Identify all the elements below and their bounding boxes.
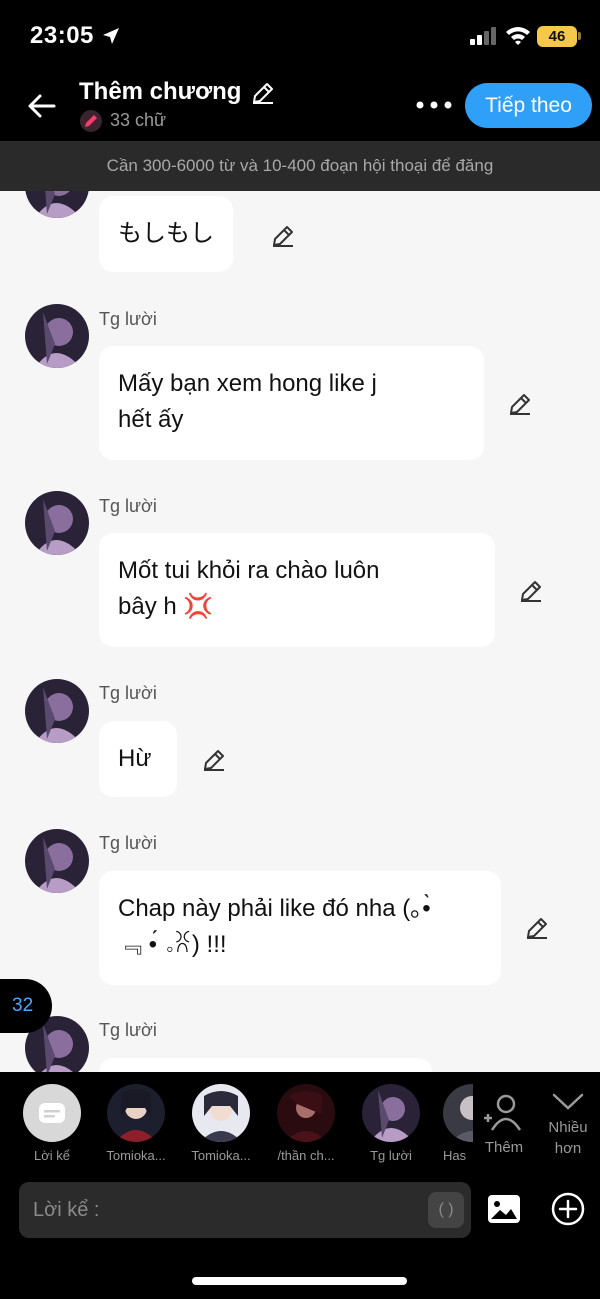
character-label: Lời kể [34, 1148, 70, 1163]
character-label: Tomioka... [191, 1148, 251, 1163]
message-input-box[interactable]: ( ) [19, 1182, 471, 1238]
cell-signal-icon [470, 27, 496, 45]
next-button[interactable]: Tiếp theo [465, 83, 592, 128]
sender-name: Tg lười [99, 309, 157, 329]
avatar[interactable] [25, 191, 89, 218]
edit-message-icon[interactable] [507, 391, 533, 417]
chevron-down-icon [552, 1093, 584, 1110]
top-bar: 23:05 46 Thêm chương 33 chữ Tiếp theo [0, 0, 600, 141]
message-text: hết ấy [118, 406, 184, 433]
message-bubble[interactable]: Chap này phải like đó nha (｡•̀ ﹃ •́ ｡ꐦ) … [99, 871, 501, 985]
edit-message-icon[interactable] [524, 915, 550, 941]
message-text: Mốt tui khỏi ra chào luôn [118, 557, 380, 584]
message-text: Hừ [118, 745, 152, 772]
character-item[interactable]: Has [443, 1084, 473, 1164]
more-options-icon[interactable] [414, 99, 454, 111]
character-item[interactable]: /thần ch... [273, 1084, 339, 1164]
message-text: もしもし [118, 220, 214, 247]
sender-name: Tg lười [99, 833, 157, 853]
location-arrow-icon [103, 28, 119, 44]
edit-message-icon[interactable] [518, 578, 544, 604]
add-circle-icon[interactable] [550, 1191, 586, 1227]
avatar[interactable] [25, 829, 89, 893]
avatar [192, 1084, 250, 1142]
chat-area[interactable]: もしもし Tg lười Mấy bạn xem hong like j hết… [0, 191, 600, 1072]
character-item[interactable]: Tomioka... [103, 1084, 169, 1164]
word-count: 33 chữ [110, 110, 167, 130]
wifi-icon [506, 27, 530, 45]
sender-name: Tg lười [99, 1020, 157, 1040]
parenthesis-button[interactable]: ( ) [428, 1192, 464, 1228]
character-label: Has [443, 1148, 467, 1163]
avatar [362, 1084, 420, 1142]
message-bubble[interactable]: もしもし [99, 196, 233, 272]
character-item[interactable]: Tg lười [358, 1084, 424, 1164]
message-text: Chap này phải like đó nha (｡•̀ [118, 895, 431, 922]
avatar [107, 1084, 165, 1142]
edit-message-icon[interactable] [270, 223, 296, 249]
chapter-title: Thêm chương [79, 78, 242, 105]
avatar [443, 1084, 473, 1142]
character-label: Tg lười [370, 1148, 412, 1163]
message-text: Mấy bạn xem hong like j [118, 370, 377, 397]
home-indicator [192, 1277, 407, 1285]
add-person-icon [484, 1094, 522, 1131]
character-item[interactable]: Tomioka... [188, 1084, 254, 1164]
character-label: Tomioka... [106, 1148, 166, 1163]
avatar[interactable] [25, 679, 89, 743]
message-bubble[interactable]: Mấy bạn xem hong like j hết ấy [99, 346, 484, 460]
battery-cap [578, 32, 581, 40]
character-label: /thần ch... [277, 1148, 335, 1163]
sender-name: Tg lười [99, 683, 157, 703]
battery-indicator: 46 [537, 26, 577, 47]
pencil-badge-icon [80, 110, 102, 132]
status-time: 23:05 [30, 22, 94, 49]
message-text: bây h 💢 [118, 593, 214, 620]
narrator-icon [23, 1084, 81, 1142]
message-bubble[interactable]: Mốt tui khỏi ra chào luôn bây h 💢 [99, 533, 495, 647]
image-icon[interactable] [486, 1193, 522, 1225]
message-bubble[interactable] [99, 1058, 432, 1072]
add-character-button[interactable]: Thêm [480, 1092, 528, 1156]
publish-requirement-notice: Cần 300-6000 từ và 10-400 đoạn hội thoại… [0, 141, 600, 191]
avatar [277, 1084, 335, 1142]
avatar[interactable] [25, 304, 89, 368]
message-bubble[interactable]: Hừ [99, 721, 177, 797]
narrator-selector[interactable]: Lời kể [22, 1084, 82, 1163]
back-arrow-icon[interactable] [24, 88, 60, 124]
message-text: ﹃ •́ ｡ꐦ) !!! [118, 931, 227, 958]
more-characters-label: Nhiều hơn [548, 1119, 588, 1157]
more-characters-button[interactable]: Nhiều hơn [540, 1090, 596, 1159]
edit-title-icon[interactable] [250, 80, 276, 106]
add-character-label: Thêm [484, 1139, 524, 1156]
message-input[interactable] [19, 1182, 419, 1238]
edit-message-icon[interactable] [201, 747, 227, 773]
paragraph-count-badge[interactable]: 32 [0, 979, 52, 1033]
sender-name: Tg lười [99, 496, 157, 516]
avatar[interactable] [25, 491, 89, 555]
